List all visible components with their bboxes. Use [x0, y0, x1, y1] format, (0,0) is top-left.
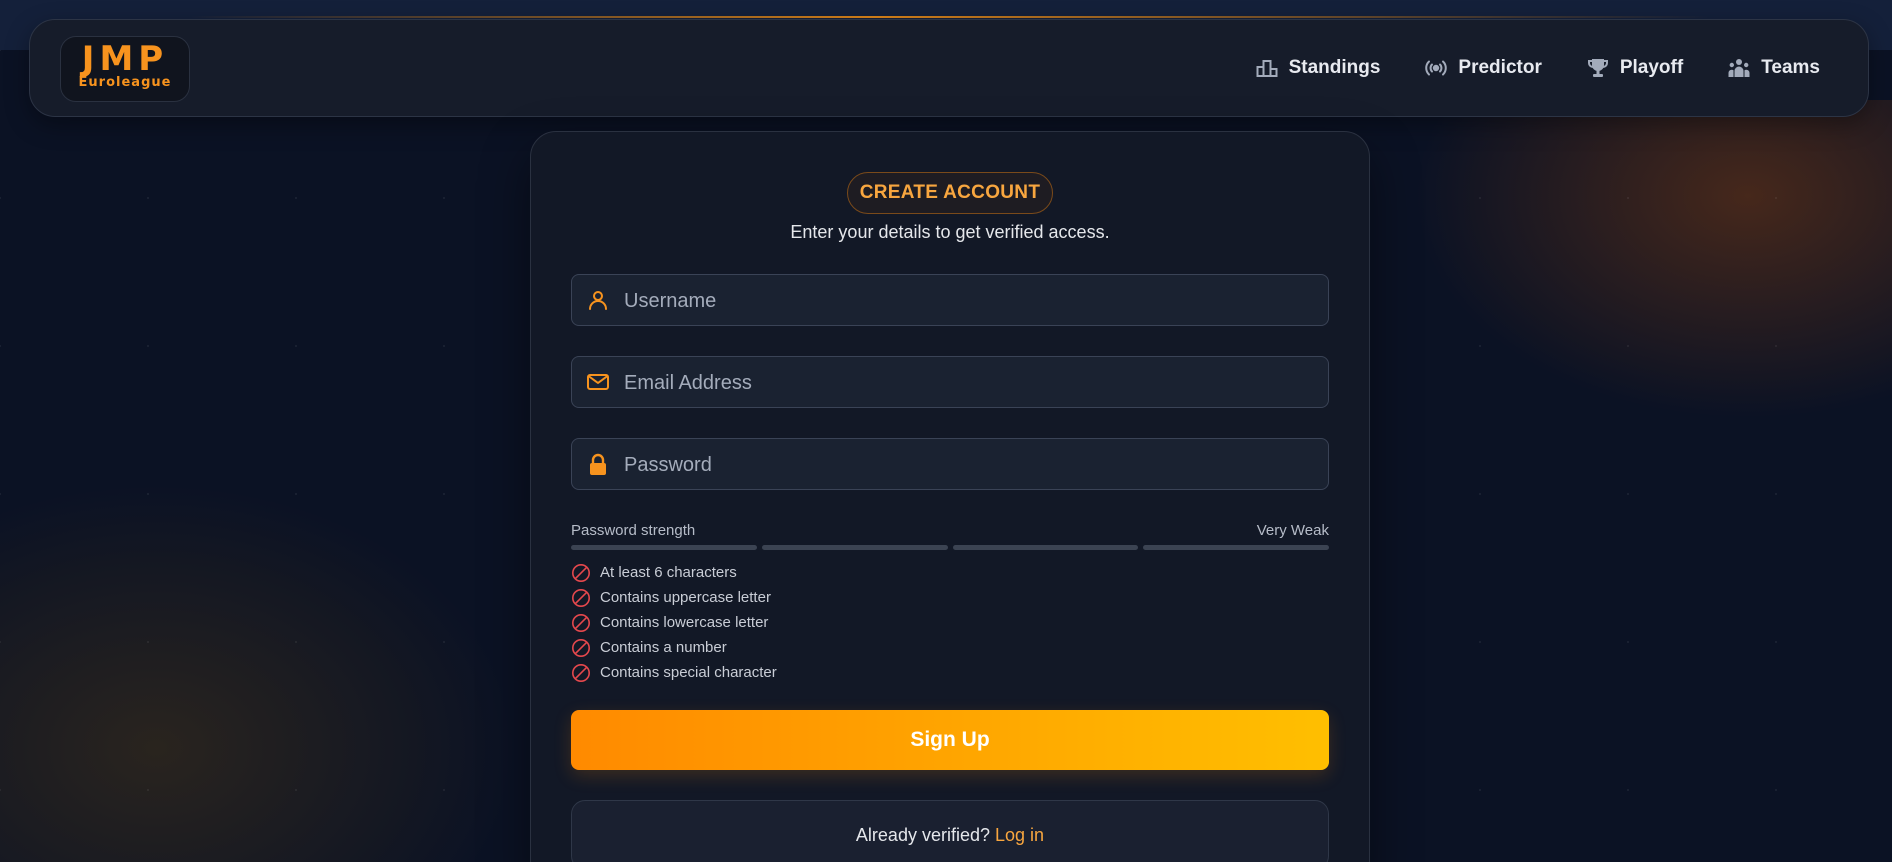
login-prompt-text: Already verified? [855, 825, 990, 845]
unmet-icon [572, 588, 590, 607]
requirement-label: At least 6 characters [600, 564, 737, 581]
logo-sub-text: Euroleague [78, 75, 172, 90]
email-input[interactable] [622, 357, 1316, 409]
unmet-icon [572, 638, 590, 657]
logo-main-text: JMP [81, 39, 169, 79]
lock-icon [586, 452, 610, 476]
username-field[interactable] [571, 274, 1329, 327]
create-account-badge: CREATE ACCOUNT [847, 172, 1053, 214]
signup-card: CREATE ACCOUNT Enter your details to get… [530, 131, 1370, 862]
podium-icon [1255, 56, 1279, 80]
unmet-icon [572, 663, 590, 682]
requirement-item: Contains uppercase letter [571, 585, 777, 610]
brand-logo[interactable]: JMP Euroleague [60, 36, 190, 102]
team-icon [1727, 56, 1751, 80]
user-icon [586, 288, 610, 312]
password-strength-value: Very Weak [1256, 522, 1329, 539]
top-accent-line [190, 16, 1710, 18]
login-link[interactable]: Log in [995, 825, 1044, 845]
unmet-icon [572, 613, 590, 632]
nav-item-label: Standings [1288, 57, 1381, 78]
password-requirements-list: At least 6 characters Contains uppercase… [571, 560, 777, 685]
email-field[interactable] [571, 356, 1329, 409]
strength-segment [571, 545, 757, 550]
nav-item-playoff[interactable]: Playoff [1586, 56, 1683, 80]
password-strength-meter [571, 545, 1329, 550]
strength-segment [952, 545, 1139, 550]
navbar: JMP Euroleague Standings Predictor Playo… [29, 19, 1869, 117]
requirement-label: Contains uppercase letter [600, 589, 771, 606]
nav-item-teams[interactable]: Teams [1727, 56, 1820, 80]
requirement-item: At least 6 characters [571, 560, 777, 585]
nav-item-standings[interactable]: Standings [1255, 56, 1381, 80]
requirement-item: Contains special character [571, 660, 777, 685]
envelope-icon [586, 370, 610, 394]
nav-item-label: Playoff [1619, 57, 1684, 78]
nav-item-label: Teams [1761, 57, 1820, 78]
nav-item-predictor[interactable]: Predictor [1424, 56, 1542, 80]
strength-segment [761, 545, 948, 550]
strength-segment [1143, 545, 1329, 550]
password-field[interactable] [571, 438, 1329, 491]
nav-item-label: Predictor [1458, 57, 1542, 78]
login-prompt-box: Already verified? Log in [571, 800, 1329, 862]
unmet-icon [572, 563, 590, 582]
requirement-item: Contains a number [571, 635, 777, 660]
password-input[interactable] [622, 439, 1316, 491]
requirement-label: Contains special character [600, 664, 777, 681]
trophy-icon [1586, 56, 1610, 80]
sign-up-button[interactable]: Sign Up [571, 710, 1329, 770]
main-nav: Standings Predictor Playoff Teams [1255, 20, 1820, 116]
password-strength-label: Password strength [571, 522, 696, 539]
form-subtitle: Enter your details to get verified acces… [790, 222, 1110, 242]
broadcast-icon [1424, 56, 1448, 80]
requirement-item: Contains lowercase letter [571, 610, 777, 635]
requirement-label: Contains a number [600, 639, 727, 656]
username-input[interactable] [622, 275, 1316, 327]
requirement-label: Contains lowercase letter [600, 614, 769, 631]
